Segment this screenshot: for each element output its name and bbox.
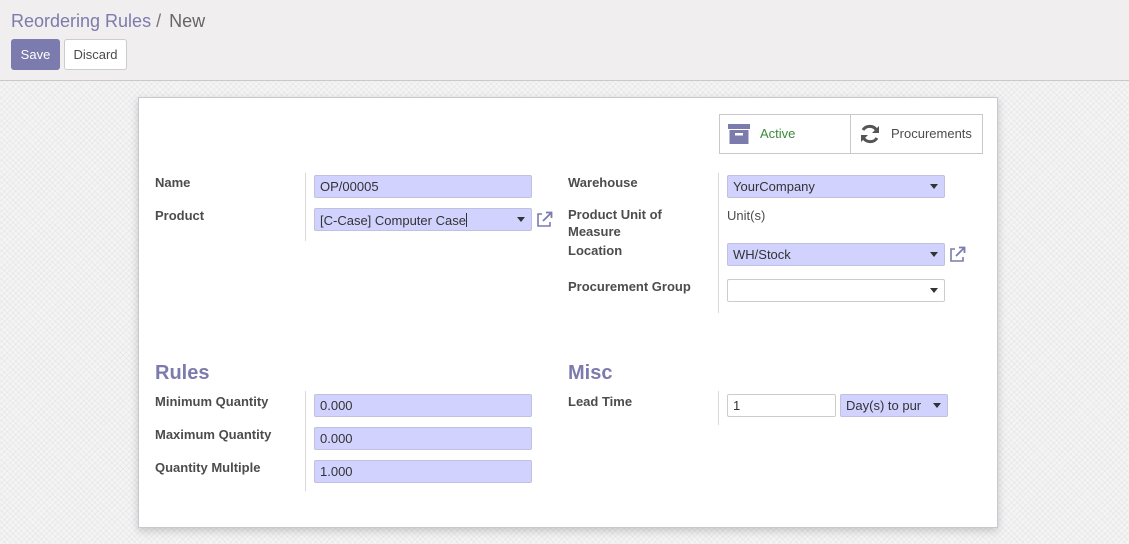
location-label: Location	[568, 243, 623, 258]
chevron-down-icon	[930, 288, 938, 293]
chevron-down-icon	[933, 403, 941, 408]
lead-time-label: Lead Time	[568, 394, 633, 409]
name-label: Name	[155, 175, 191, 190]
procurements-button[interactable]: Procurements	[851, 115, 982, 153]
breadcrumb: Reordering Rules / New	[11, 11, 205, 32]
archive-icon	[728, 124, 750, 147]
procurement-group-select[interactable]	[727, 279, 945, 302]
location-value: WH/Stock	[733, 247, 791, 262]
chevron-down-icon	[517, 217, 525, 222]
uom-label: Product Unit of Measure	[568, 207, 662, 239]
max-qty-label: Maximum Quantity	[155, 427, 272, 442]
right-group-divider	[718, 173, 719, 313]
rules-section-title: Rules	[155, 362, 210, 384]
lead-time-input[interactable]: 1	[727, 394, 836, 417]
uom-value: Unit(s)	[727, 208, 766, 223]
external-link-icon[interactable]	[948, 246, 966, 267]
min-qty-label: Minimum Quantity	[155, 394, 269, 409]
warehouse-value: YourCompany	[733, 179, 815, 194]
active-toggle-button[interactable]: Active	[720, 115, 851, 153]
chevron-down-icon	[930, 184, 938, 189]
active-label: Active	[760, 126, 796, 141]
control-panel: Reordering Rules / New Save Discard	[0, 0, 1129, 81]
qty-multiple-label: Quantity Multiple	[155, 460, 261, 475]
min-qty-input[interactable]: 0.000	[314, 394, 532, 417]
form-sheet: Active Procurements Name Product OP/0000…	[138, 97, 998, 528]
qty-multiple-input[interactable]: 1.000	[314, 460, 532, 483]
location-select[interactable]: WH/Stock	[727, 243, 945, 266]
external-link-icon[interactable]	[535, 211, 553, 232]
warehouse-select[interactable]: YourCompany	[727, 175, 945, 198]
chevron-down-icon	[930, 252, 938, 257]
product-select[interactable]: [C-Case] Computer Case	[314, 208, 532, 231]
warehouse-label: Warehouse	[568, 175, 638, 190]
breadcrumb-separator: /	[156, 11, 162, 31]
button-box: Active Procurements	[719, 114, 983, 154]
procurements-label: Procurements	[891, 126, 972, 141]
refresh-icon	[859, 123, 881, 148]
rules-divider	[305, 391, 306, 491]
procurement-group-label: Procurement Group	[568, 279, 691, 294]
save-button[interactable]: Save	[11, 39, 60, 70]
left-group-divider	[305, 173, 306, 241]
product-value: [C-Case] Computer Case	[320, 213, 466, 228]
misc-divider	[718, 391, 719, 425]
name-input[interactable]: OP/00005	[314, 175, 532, 198]
breadcrumb-parent-link[interactable]: Reordering Rules	[11, 11, 151, 31]
lead-time-unit-value: Day(s) to pur	[846, 398, 922, 413]
lead-time-unit-select[interactable]: Day(s) to pur	[840, 394, 948, 417]
text-cursor	[465, 213, 467, 227]
misc-section-title: Misc	[568, 362, 613, 384]
max-qty-input[interactable]: 0.000	[314, 427, 532, 450]
breadcrumb-current: New	[169, 11, 206, 31]
product-label: Product	[155, 208, 205, 223]
discard-button[interactable]: Discard	[64, 39, 127, 70]
